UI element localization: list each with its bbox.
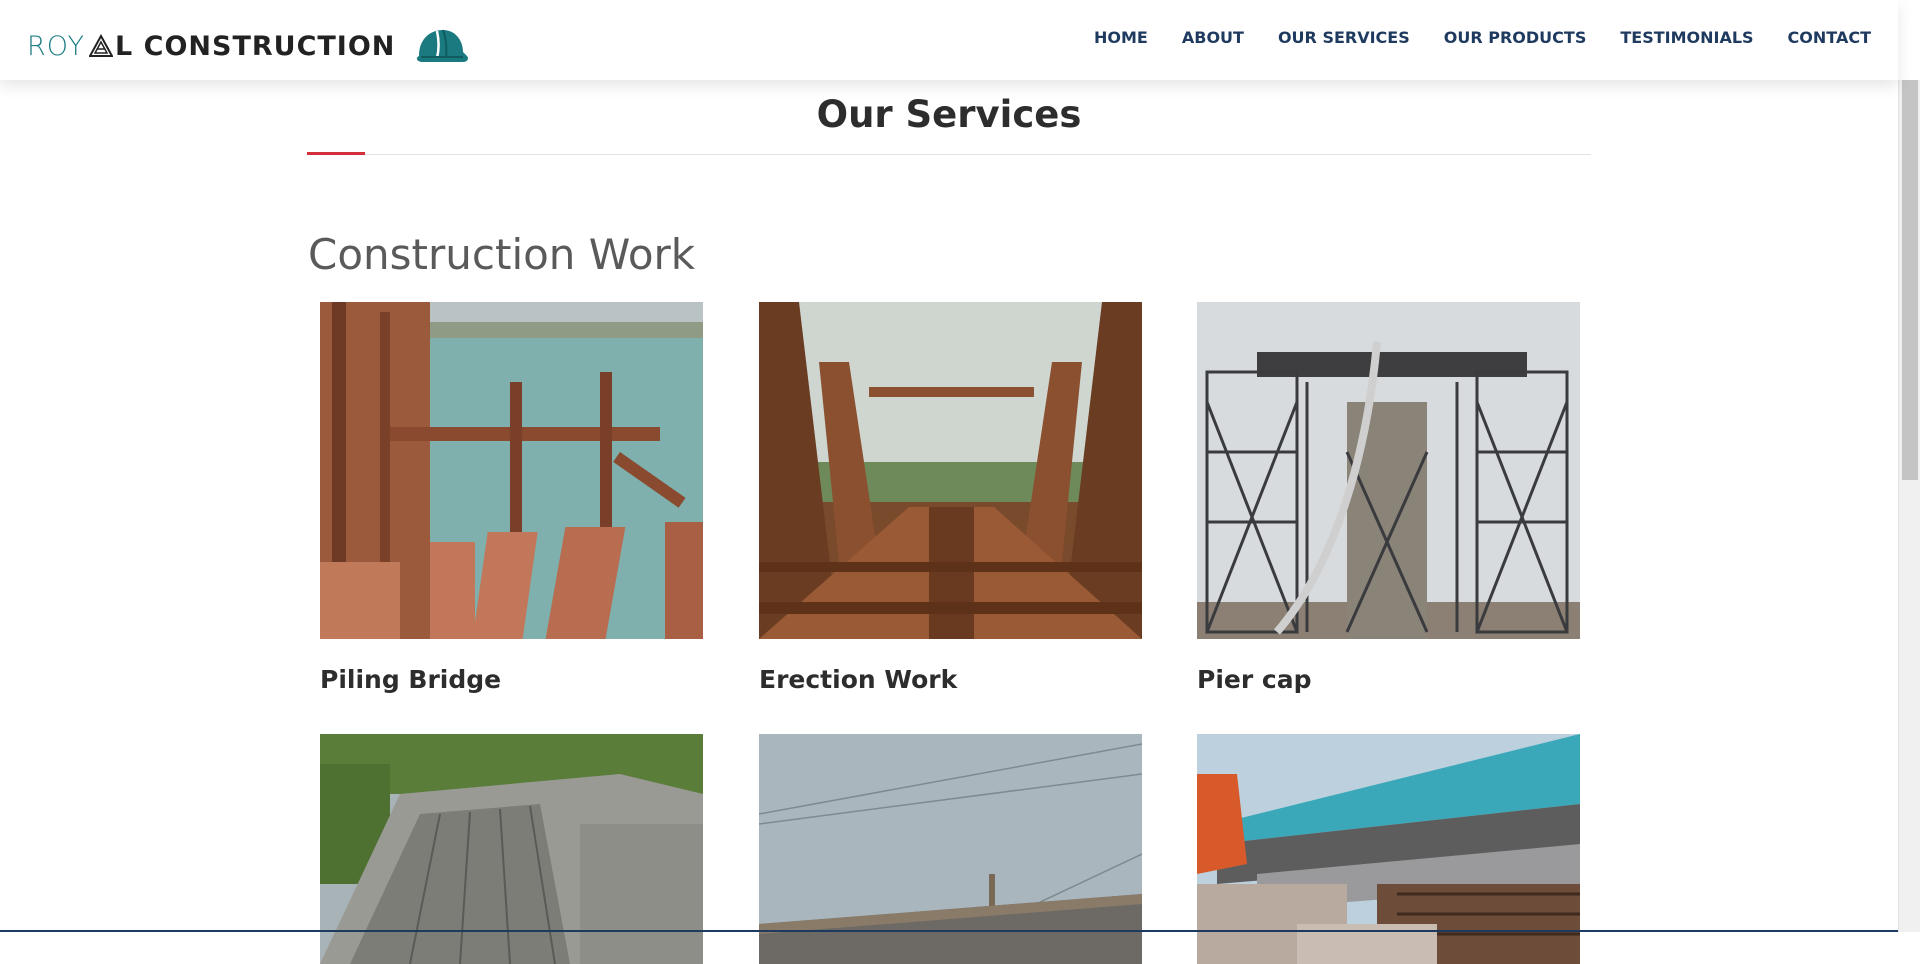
nav-our-services[interactable]: OUR SERVICES bbox=[1278, 28, 1410, 47]
section-divider bbox=[307, 154, 1591, 155]
brand-name-part1: ROY bbox=[27, 30, 86, 62]
triangle-a-icon bbox=[89, 34, 114, 57]
brand-name-part2: L CONSTRUCTION bbox=[115, 30, 396, 62]
nav-contact[interactable]: CONTACT bbox=[1788, 28, 1871, 47]
service-caption: Pier cap bbox=[1197, 665, 1312, 694]
service-caption: Piling Bridge bbox=[320, 665, 502, 694]
section-title: Our Services bbox=[816, 93, 1082, 136]
service-card-pier-cap[interactable]: Pier cap bbox=[1197, 302, 1580, 694]
erection-work-photo bbox=[759, 302, 1142, 639]
piling-bridge-photo bbox=[320, 302, 703, 639]
scrollbar-thumb[interactable] bbox=[1902, 80, 1918, 480]
pier-cap-photo bbox=[1197, 302, 1580, 639]
vertical-scrollbar[interactable] bbox=[1898, 80, 1920, 932]
site-header: ROY L CONSTRUCTION HOME ABOUT OUR SERVIC… bbox=[0, 0, 1898, 80]
nav-testimonials[interactable]: TESTIMONIALS bbox=[1620, 28, 1753, 47]
nav-our-products[interactable]: OUR PRODUCTS bbox=[1444, 28, 1587, 47]
section-accent-bar bbox=[307, 152, 365, 155]
hard-hat-icon bbox=[417, 29, 469, 62]
nav-home[interactable]: HOME bbox=[1094, 28, 1148, 47]
service-card-erection-work[interactable]: Erection Work bbox=[759, 302, 1142, 694]
service-card-piling-bridge[interactable]: Piling Bridge bbox=[320, 302, 703, 694]
brand-logo[interactable]: ROY L CONSTRUCTION bbox=[27, 26, 469, 66]
nav-about[interactable]: ABOUT bbox=[1182, 28, 1244, 47]
category-heading: Construction Work bbox=[308, 230, 696, 279]
service-caption: Erection Work bbox=[759, 665, 958, 694]
main-nav: HOME ABOUT OUR SERVICES OUR PRODUCTS TES… bbox=[1094, 28, 1871, 47]
